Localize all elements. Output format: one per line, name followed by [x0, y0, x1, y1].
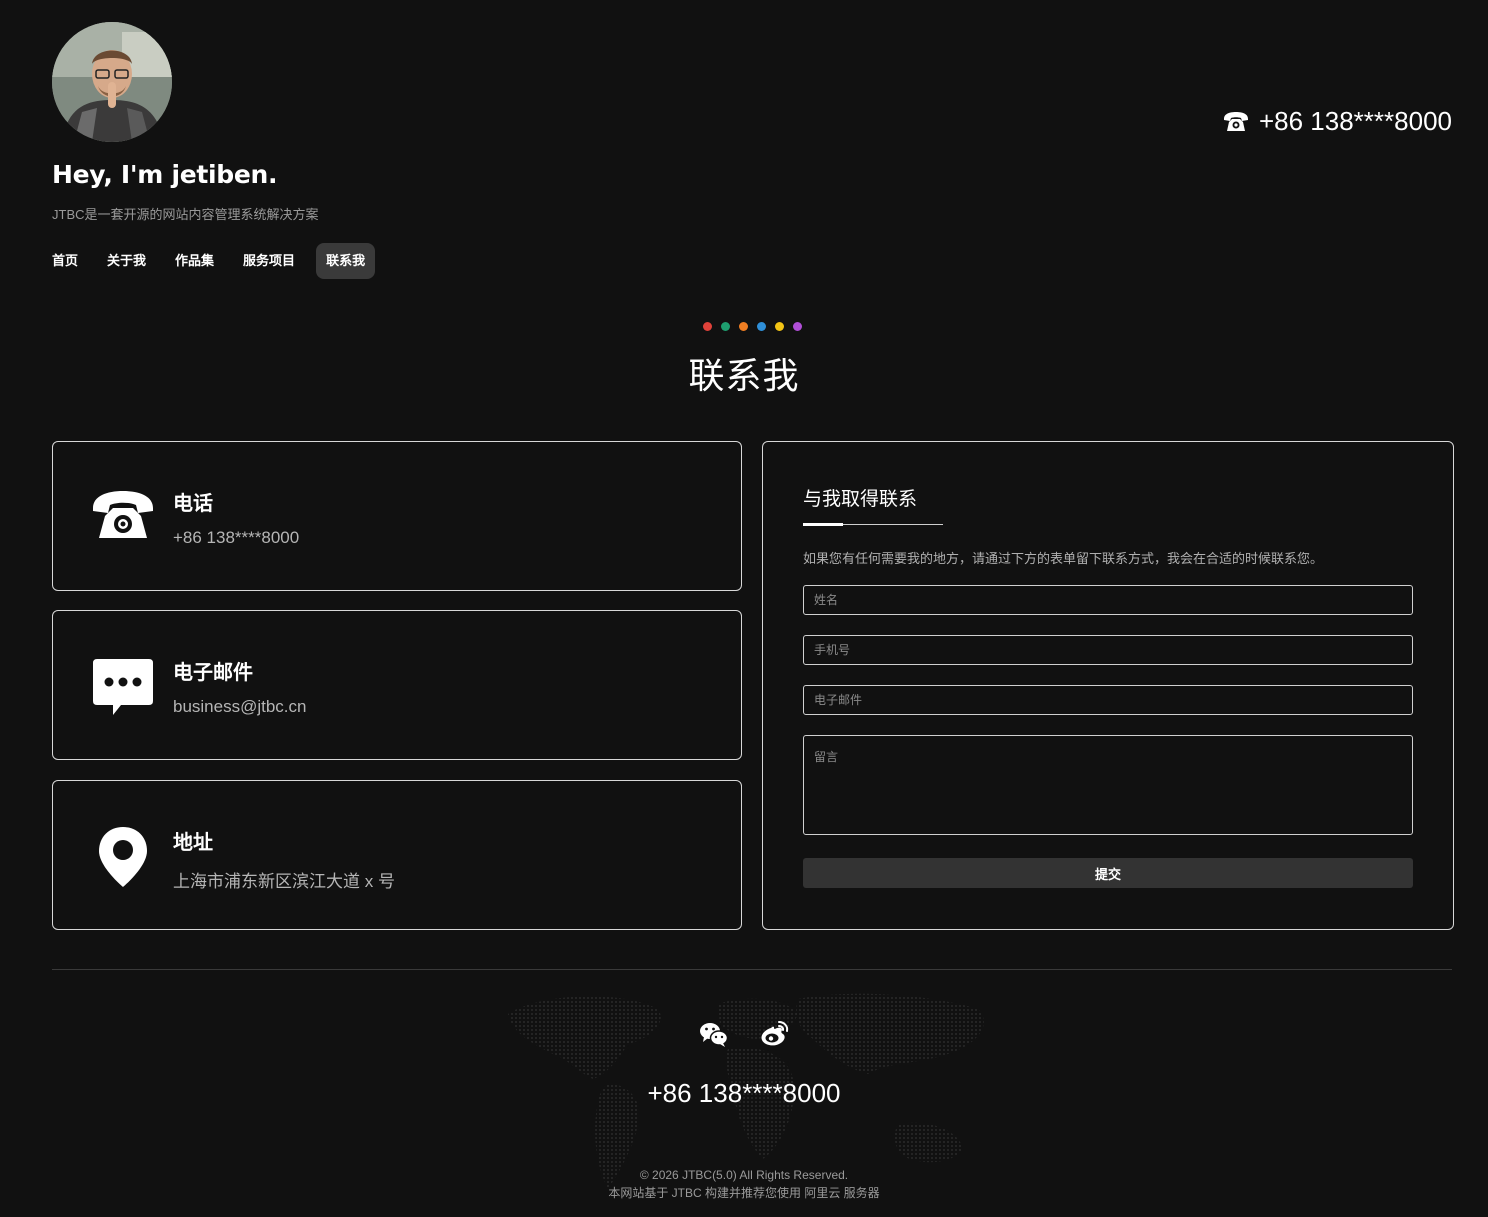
nav-item-services[interactable]: 服务项目: [243, 243, 295, 279]
name-input[interactable]: [803, 585, 1413, 615]
card-title: 地址: [173, 832, 213, 854]
page-title: Hey, I'm jetiben.: [52, 160, 278, 189]
social-links: [0, 1019, 1488, 1049]
header-phone-number: +86 138****8000: [1258, 106, 1452, 136]
nav-item-portfolio[interactable]: 作品集: [175, 243, 214, 279]
footer-phone[interactable]: +86 138****8000: [0, 1078, 1488, 1109]
footer-copyright: © 2026 JTBC(5.0) All Rights Reserved. 本网…: [0, 1166, 1488, 1202]
wechat-icon[interactable]: [699, 1019, 729, 1049]
nav-item-about[interactable]: 关于我: [107, 243, 146, 279]
page-subtitle: JTBC是一套开源的网站内容管理系统解决方案: [52, 207, 319, 222]
map-pin-icon: [99, 827, 147, 887]
contact-card-phone: 电话 +86 138****8000: [52, 441, 742, 591]
submit-button[interactable]: 提交: [803, 858, 1413, 888]
powered-by-text: 本网站基于 JTBC 构建并推荐您使用 阿里云 服务器: [608, 1186, 880, 1200]
card-value[interactable]: +86 138****8000: [173, 528, 299, 548]
avatar-image: [52, 22, 172, 142]
header-phone[interactable]: +86 138****8000: [1223, 106, 1452, 137]
dot-2: [720, 322, 730, 331]
telephone-icon: [93, 491, 153, 538]
mobile-input[interactable]: [803, 635, 1413, 665]
email-input[interactable]: [803, 685, 1413, 715]
contact-card-email: 电子邮件 business@jtbc.cn: [52, 610, 742, 760]
form-title: 与我取得联系: [803, 489, 918, 510]
footer-divider: [52, 969, 1452, 970]
form-description: 如果您有任何需要我的地方，请通过下方的表单留下联系方式，我会在合适的时候联系您。: [803, 551, 1324, 566]
form-title-accent: [803, 523, 843, 526]
card-value: 上海市浦东新区滨江大道 x 号: [173, 872, 395, 891]
card-value[interactable]: business@jtbc.cn: [173, 697, 307, 717]
card-title: 电子邮件: [173, 662, 253, 684]
dot-5: [774, 322, 784, 331]
main-nav: 首页 关于我 作品集 服务项目 联系我: [52, 243, 404, 279]
message-textarea[interactable]: [803, 735, 1413, 835]
weibo-icon[interactable]: [759, 1019, 789, 1049]
chat-bubble-icon: [93, 659, 153, 715]
dot-4: [756, 322, 766, 331]
section-title: 联系我: [688, 355, 800, 396]
color-dots: [16, 322, 1488, 331]
nav-item-home[interactable]: 首页: [52, 243, 78, 279]
site-header: Hey, I'm jetiben. JTBC是一套开源的网站内容管理系统解决方案…: [52, 22, 1452, 282]
copyright-text: © 2026 JTBC(5.0) All Rights Reserved.: [639, 1168, 849, 1182]
telephone-icon: [1223, 111, 1248, 131]
avatar[interactable]: [52, 22, 172, 142]
nav-item-contact[interactable]: 联系我: [316, 243, 376, 279]
dot-6: [792, 322, 802, 331]
card-title: 电话: [173, 493, 213, 515]
contact-card-address: 地址 上海市浦东新区滨江大道 x 号: [52, 780, 742, 930]
dot-3: [738, 322, 748, 331]
contact-form-card: 与我取得联系 如果您有任何需要我的地方，请通过下方的表单留下联系方式，我会在合适…: [762, 441, 1454, 930]
dot-1: [702, 322, 712, 331]
section-header: 联系我: [0, 322, 1488, 399]
